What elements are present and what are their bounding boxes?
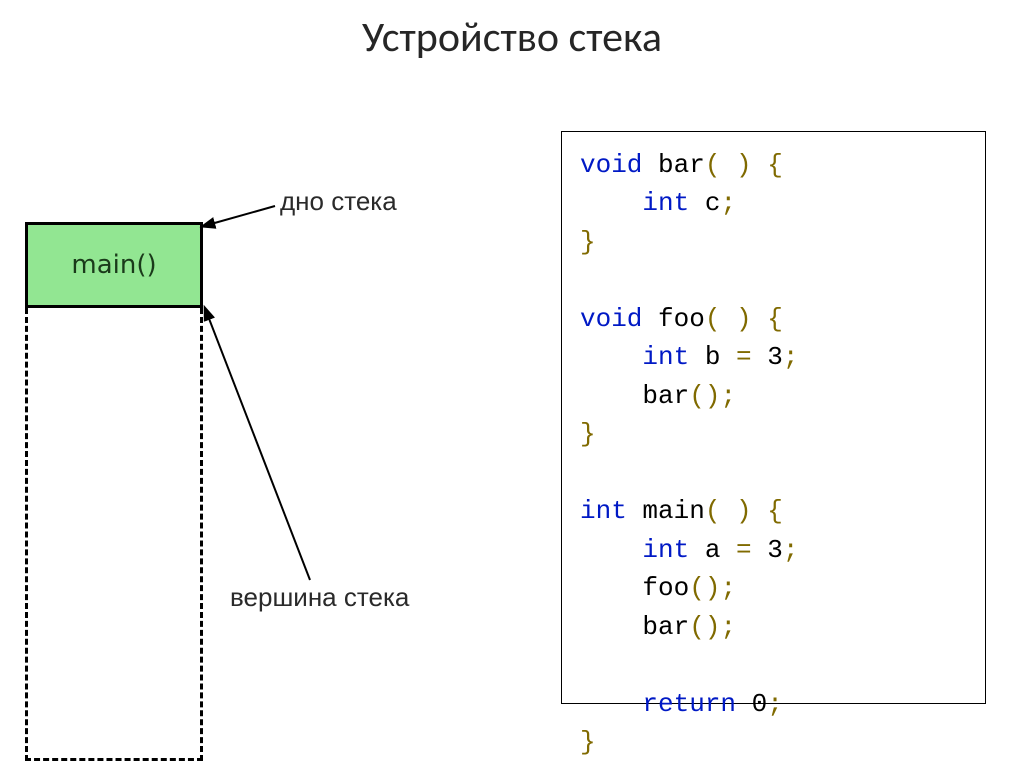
code-ident: main xyxy=(627,496,705,526)
code-ident: foo xyxy=(642,304,704,334)
stack-frame-main-label: main() xyxy=(71,250,156,280)
code-punc: (); xyxy=(689,381,736,411)
code-punc: = xyxy=(736,342,752,372)
code-punc: ( ) xyxy=(705,496,752,526)
page-title: Устройство стека xyxy=(0,12,1024,63)
stack-frame-main: main() xyxy=(25,222,203,308)
code-punc: } xyxy=(580,727,596,757)
code-listing: void bar( ) { int c; } void foo( ) { int… xyxy=(561,131,986,704)
code-punc: (); xyxy=(689,612,736,642)
code-punc: { xyxy=(752,150,783,180)
code-ident: foo xyxy=(642,573,689,603)
code-punc: } xyxy=(580,227,596,257)
code-punc: (); xyxy=(689,573,736,603)
code-ident: b xyxy=(689,342,736,372)
code-punc: { xyxy=(752,304,783,334)
code-punc: ( ) xyxy=(705,304,752,334)
code-punc: ; xyxy=(767,689,783,719)
code-num: 3 xyxy=(752,535,783,565)
code-punc: { xyxy=(752,496,783,526)
code-kw: void xyxy=(580,150,642,180)
code-punc: ; xyxy=(783,535,799,565)
code-punc: ; xyxy=(783,342,799,372)
stack-bottom-label: дно стека xyxy=(280,186,397,217)
code-num: 3 xyxy=(752,342,783,372)
arrow-to-stack-top xyxy=(205,200,285,230)
code-kw: int xyxy=(642,342,689,372)
code-num: 0 xyxy=(736,689,767,719)
code-kw: void xyxy=(580,304,642,334)
code-ident: bar xyxy=(642,150,704,180)
code-ident: bar xyxy=(642,612,689,642)
code-ident: c xyxy=(689,188,720,218)
code-kw: int xyxy=(580,496,627,526)
code-ident: bar xyxy=(642,381,689,411)
code-punc: ; xyxy=(720,188,736,218)
code-ident: a xyxy=(689,535,736,565)
code-punc: ( ) xyxy=(705,150,752,180)
code-kw: return xyxy=(642,689,736,719)
arrow-to-stack-bottom xyxy=(200,310,320,590)
code-kw: int xyxy=(642,535,689,565)
code-kw: int xyxy=(642,188,689,218)
stack-diagram: main() xyxy=(25,222,205,761)
code-punc: } xyxy=(580,419,596,449)
code-punc: = xyxy=(736,535,752,565)
stack-empty-region xyxy=(25,308,203,761)
